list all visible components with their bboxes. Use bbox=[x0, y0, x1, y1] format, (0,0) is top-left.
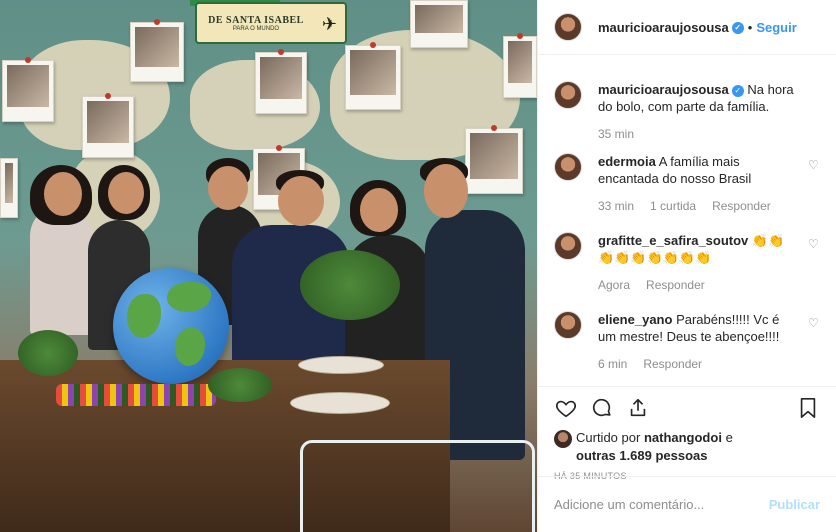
person-face bbox=[278, 176, 324, 226]
comment-time[interactable]: 33 min bbox=[598, 199, 634, 213]
reply-button[interactable]: Responder bbox=[712, 199, 771, 213]
photo-frame bbox=[130, 19, 184, 82]
dessert-stand bbox=[298, 356, 384, 374]
bookmark-icon[interactable] bbox=[796, 396, 820, 420]
comment: grafitte_e_safira_soutov 👏👏👏👏👏👏👏👏👏 Agora… bbox=[554, 232, 820, 292]
person-face bbox=[208, 166, 248, 210]
plant bbox=[18, 330, 78, 376]
author-avatar[interactable] bbox=[554, 13, 582, 41]
comments-list[interactable]: mauricioaraujosousa ✓ Na hora do bolo, co… bbox=[538, 56, 836, 386]
share-icon[interactable] bbox=[626, 396, 650, 420]
person-face bbox=[360, 188, 398, 232]
caption: mauricioaraujosousa ✓ Na hora do bolo, co… bbox=[554, 81, 820, 141]
add-comment-input[interactable] bbox=[554, 497, 769, 512]
like-comment-heart-icon[interactable]: ♡ bbox=[808, 317, 820, 329]
comment-time[interactable]: Agora bbox=[598, 278, 630, 292]
comment-time[interactable]: 6 min bbox=[598, 357, 627, 371]
comment-username[interactable]: mauricioaraujosousa bbox=[598, 82, 729, 97]
comment: edermoia A família mais encantada do nos… bbox=[554, 153, 820, 213]
photo-frame bbox=[503, 33, 537, 98]
photo-frame bbox=[345, 42, 401, 110]
commenter-avatar[interactable] bbox=[554, 311, 582, 339]
photo-frame bbox=[82, 93, 134, 158]
verified-badge-icon: ✓ bbox=[731, 22, 744, 35]
liked-by-label: Curtido por bbox=[576, 430, 641, 445]
person-face bbox=[424, 164, 468, 218]
liked-by-user[interactable]: nathangodoi bbox=[644, 430, 722, 445]
publish-button[interactable]: Publicar bbox=[769, 497, 820, 512]
sign-subtitle: PARA O MUNDO bbox=[232, 25, 280, 32]
plant bbox=[208, 368, 272, 402]
dessert-stand bbox=[290, 392, 390, 414]
like-comment-heart-icon[interactable]: ♡ bbox=[808, 238, 820, 250]
reply-button[interactable]: Responder bbox=[643, 357, 702, 371]
post-actions: Curtido por nathangodoi e outras 1.689 p… bbox=[538, 386, 836, 481]
destination-sign: DE SANTA ISABEL PARA O MUNDO ✈ bbox=[195, 2, 347, 44]
airplane-icon: ✈ bbox=[321, 14, 337, 34]
comment: eliene_yano Parabéns!!!!! Vc é um mestre… bbox=[554, 311, 820, 371]
photo-frame bbox=[465, 125, 523, 194]
author-username[interactable]: mauricioaraujosousa ✓ bbox=[598, 20, 744, 35]
comment-username[interactable]: eliene_yano bbox=[598, 312, 672, 327]
post-header: mauricioaraujosousa ✓ • Seguir bbox=[538, 0, 836, 55]
author-avatar[interactable] bbox=[554, 81, 582, 109]
comment-username[interactable]: edermoia bbox=[598, 154, 656, 169]
likes-count[interactable]: outras 1.689 pessoas bbox=[576, 448, 708, 463]
heart-icon[interactable] bbox=[554, 396, 578, 420]
likes-summary: Curtido por nathangodoi e outras 1.689 p… bbox=[554, 429, 820, 465]
like-comment-heart-icon[interactable]: ♡ bbox=[808, 159, 820, 171]
comment-likes[interactable]: 1 curtida bbox=[650, 199, 696, 213]
globe-cake bbox=[113, 268, 229, 384]
liker-avatar[interactable] bbox=[554, 430, 572, 448]
verified-badge-icon: ✓ bbox=[731, 84, 744, 97]
separator: • bbox=[747, 19, 753, 35]
photo-frame bbox=[0, 158, 18, 218]
commenter-avatar[interactable] bbox=[554, 153, 582, 181]
comment-icon[interactable] bbox=[590, 396, 614, 420]
sign-title: DE SANTA ISABEL bbox=[208, 14, 304, 26]
photo-frame bbox=[410, 0, 468, 48]
follow-button[interactable]: Seguir bbox=[756, 20, 796, 35]
post-sidebar: mauricioaraujosousa ✓ • Seguir mauricioar… bbox=[537, 0, 836, 532]
add-comment-bar: Publicar bbox=[538, 476, 836, 532]
liked-by-and: e bbox=[725, 430, 733, 445]
person-face bbox=[44, 172, 82, 216]
photo-frame bbox=[2, 57, 54, 122]
comment-username[interactable]: grafitte_e_safira_soutov bbox=[598, 233, 748, 248]
plant bbox=[300, 250, 400, 320]
commenter-avatar[interactable] bbox=[554, 232, 582, 260]
post-photo[interactable]: DE SANTA ISABEL PARA O MUNDO ✈ bbox=[0, 0, 537, 532]
person-face bbox=[108, 172, 144, 214]
reply-button[interactable]: Responder bbox=[646, 278, 705, 292]
comment-time[interactable]: 35 min bbox=[598, 127, 634, 141]
photo-frame bbox=[255, 49, 307, 114]
bench bbox=[300, 440, 535, 532]
flower-arrangement bbox=[56, 384, 216, 406]
